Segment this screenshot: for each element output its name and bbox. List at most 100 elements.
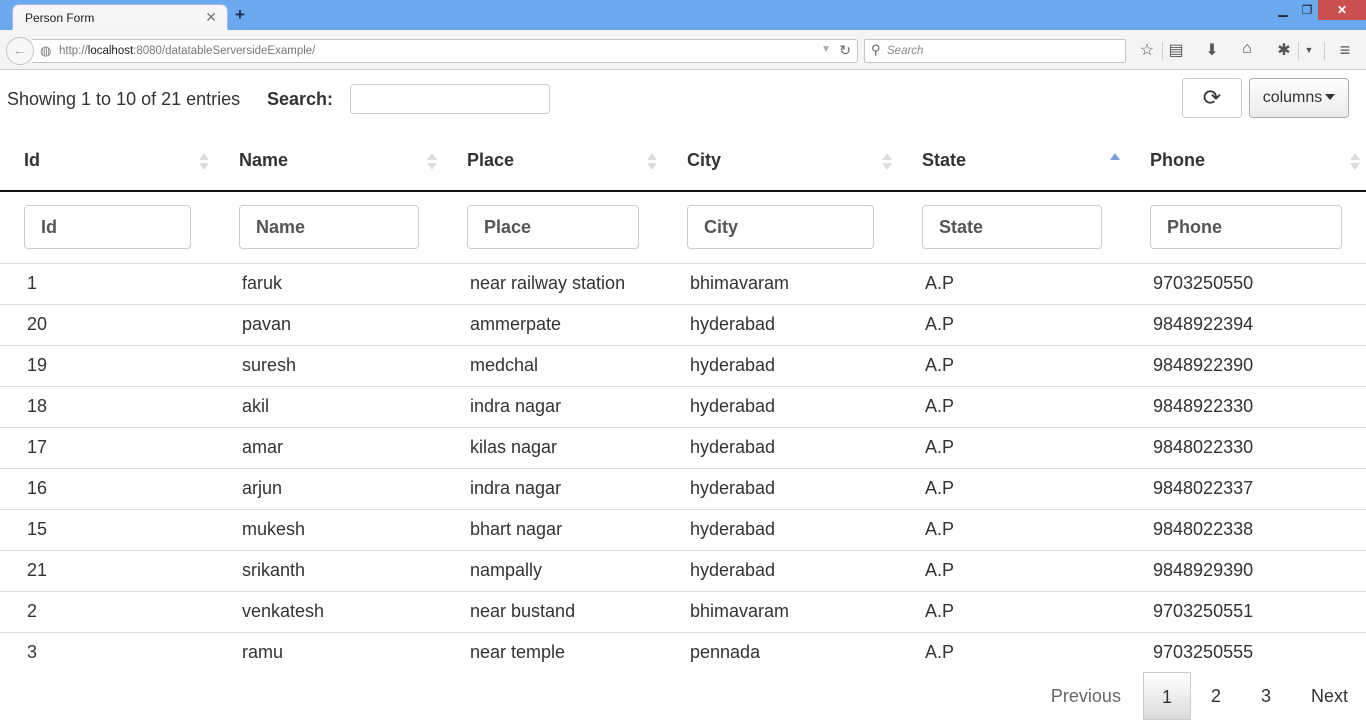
browser-search-bar[interactable]: ⚲ Search bbox=[864, 39, 1126, 63]
browser-tab[interactable]: Person Form ✕ bbox=[12, 4, 228, 31]
previous-button[interactable]: Previous bbox=[1031, 672, 1143, 720]
table-row[interactable]: 21 srikanth nampally hyderabad A.P 9848929390 bbox=[0, 550, 1366, 592]
cell-place: kilas nagar bbox=[443, 427, 663, 469]
table-row[interactable]: 19 suresh medchal hyderabad A.P 9848922390 bbox=[0, 345, 1366, 387]
browser-search-placeholder: Search bbox=[887, 45, 924, 57]
column-header-label: Name bbox=[239, 150, 289, 170]
page-button-1[interactable]: 1 bbox=[1142, 672, 1191, 720]
window-close-icon[interactable]: ✕ bbox=[1318, 0, 1366, 20]
filter-cell bbox=[443, 191, 663, 264]
cell-state: A.P bbox=[925, 642, 955, 663]
table-row[interactable]: 20 pavan ammerpate hyderabad A.P 9848922394 bbox=[0, 304, 1366, 346]
table-row[interactable]: 3 ramu near temple pennada A.P 9703250555 bbox=[0, 632, 1366, 673]
cell-phone: 9703250550 bbox=[1126, 263, 1366, 305]
filter-input-phone[interactable] bbox=[1150, 205, 1342, 250]
data-table: Id Name Place City State Phone 1faruknear rai… bbox=[0, 131, 1366, 673]
cell-name: amar bbox=[215, 427, 443, 469]
cell-id: 17 bbox=[0, 427, 215, 469]
cell-city: bhimavaram bbox=[663, 591, 898, 633]
cell-id: 3 bbox=[27, 642, 38, 663]
cell-place: ammerpate bbox=[443, 304, 663, 346]
column-header-place[interactable]: Place bbox=[443, 131, 663, 192]
table-row[interactable]: 2 venkatesh near bustand bhimavaram A.P 97032… bbox=[0, 591, 1366, 633]
search-icon: ⚲ bbox=[871, 42, 881, 57]
cell-name: arjun bbox=[215, 468, 443, 510]
cell-name: akil bbox=[215, 386, 443, 428]
filter-input-id[interactable] bbox=[24, 205, 191, 250]
page-content: Showing 1 to 10 of 21 entries Search: ⟳ … bbox=[0, 71, 1366, 726]
reload-icon[interactable]: ↻ bbox=[839, 42, 851, 59]
cell-state: A.P bbox=[898, 427, 1126, 469]
menu-icon[interactable]: ≡ bbox=[1335, 40, 1355, 61]
cell-phone: 9703250551 bbox=[1126, 591, 1366, 633]
bookmark-star-icon[interactable]: ☆ bbox=[1137, 40, 1157, 60]
cell-name: suresh bbox=[215, 345, 443, 387]
filter-cell bbox=[898, 191, 1126, 264]
cell-name: srikanth bbox=[215, 550, 443, 592]
cell-city: hyderabad bbox=[663, 345, 898, 387]
download-icon[interactable]: ⬇ bbox=[1202, 40, 1222, 60]
column-header-name[interactable]: Name bbox=[215, 131, 443, 192]
toolbar-separator bbox=[1324, 42, 1325, 60]
column-header-state[interactable]: State bbox=[898, 131, 1126, 192]
columns-button[interactable]: columns bbox=[1249, 78, 1349, 118]
cell-phone: 9848022330 bbox=[1126, 427, 1366, 469]
cell-place: indra nagar bbox=[443, 468, 663, 510]
page-button-2[interactable]: 2 bbox=[1191, 672, 1241, 720]
sort-both-icon[interactable] bbox=[882, 153, 892, 173]
home-icon[interactable]: ⌂ bbox=[1237, 40, 1257, 58]
back-button[interactable]: ← bbox=[6, 37, 34, 65]
filter-input-name[interactable] bbox=[239, 205, 419, 250]
table-row[interactable]: 1 faruk near railway station bhimavaram A.P 9… bbox=[0, 263, 1366, 305]
reading-list-icon[interactable]: ▤ bbox=[1166, 40, 1186, 60]
close-tab-icon[interactable]: ✕ bbox=[205, 9, 217, 26]
sort-both-icon[interactable] bbox=[199, 153, 209, 173]
cell-city: hyderabad bbox=[663, 427, 898, 469]
url-text[interactable]: http://localhost:8080/datatableServersid… bbox=[59, 45, 315, 57]
filter-input-place[interactable] bbox=[467, 205, 639, 250]
cell-id: 16 bbox=[0, 468, 215, 510]
caret-down-icon bbox=[1325, 93, 1336, 100]
sort-ascending-icon[interactable] bbox=[1110, 153, 1120, 173]
cell-id: 15 bbox=[0, 509, 215, 551]
table-row[interactable]: 15 mukesh bhart nagar hyderabad A.P 984802233… bbox=[0, 509, 1366, 551]
tab-title: Person Form bbox=[25, 11, 95, 25]
column-header-label: Place bbox=[467, 150, 515, 170]
filter-input-city[interactable] bbox=[687, 205, 874, 250]
firebug-icon[interactable]: ✱ bbox=[1274, 40, 1294, 60]
cell-city: hyderabad bbox=[663, 468, 898, 510]
cell-phone: 9703250555 bbox=[1153, 642, 1254, 663]
cell-city: hyderabad bbox=[663, 509, 898, 551]
toolbar-separator bbox=[1162, 42, 1163, 60]
cell-city: bhimavaram bbox=[663, 263, 898, 305]
cell-phone: 9848922394 bbox=[1126, 304, 1366, 346]
dropdown-icon[interactable]: ▼ bbox=[1299, 45, 1319, 55]
table-row[interactable]: 17 amar kilas nagar hyderabad A.P 9848022330 bbox=[0, 427, 1366, 469]
cell-state: A.P bbox=[898, 263, 1126, 305]
next-button[interactable]: Next bbox=[1291, 672, 1366, 720]
sort-both-icon[interactable] bbox=[1350, 153, 1360, 173]
page-button-3[interactable]: 3 bbox=[1241, 672, 1291, 720]
url-dropdown-icon[interactable]: ▼ bbox=[821, 44, 831, 55]
column-header-label: Id bbox=[24, 150, 40, 170]
cell-place: indra nagar bbox=[443, 386, 663, 428]
cell-id: 1 bbox=[0, 263, 215, 305]
url-bar[interactable]: ◍ http://localhost:8080/datatableServers… bbox=[32, 39, 858, 63]
table-row[interactable]: 16 arjun indra nagar hyderabad A.P 9848022337 bbox=[0, 468, 1366, 510]
column-header-label: City bbox=[687, 150, 722, 170]
refresh-button[interactable]: ⟳ bbox=[1182, 78, 1242, 118]
new-tab-icon[interactable]: + bbox=[235, 5, 245, 25]
filter-input-state[interactable] bbox=[922, 205, 1102, 250]
sort-both-icon[interactable] bbox=[647, 153, 657, 173]
column-header-phone[interactable]: Phone bbox=[1126, 131, 1366, 192]
browser-titlebar: Person Form ✕ + ▁ ❐ ✕ bbox=[0, 0, 1366, 31]
search-input[interactable] bbox=[350, 84, 550, 114]
search-label: Search: bbox=[267, 89, 334, 109]
column-header-id[interactable]: Id bbox=[0, 131, 215, 192]
cell-name: ramu bbox=[242, 642, 284, 663]
cell-phone: 9848022337 bbox=[1126, 468, 1366, 510]
sort-both-icon[interactable] bbox=[427, 153, 437, 173]
column-header-label: State bbox=[922, 150, 967, 170]
table-row[interactable]: 18 akil indra nagar hyderabad A.P 9848922330 bbox=[0, 386, 1366, 428]
column-header-city[interactable]: City bbox=[663, 131, 898, 192]
